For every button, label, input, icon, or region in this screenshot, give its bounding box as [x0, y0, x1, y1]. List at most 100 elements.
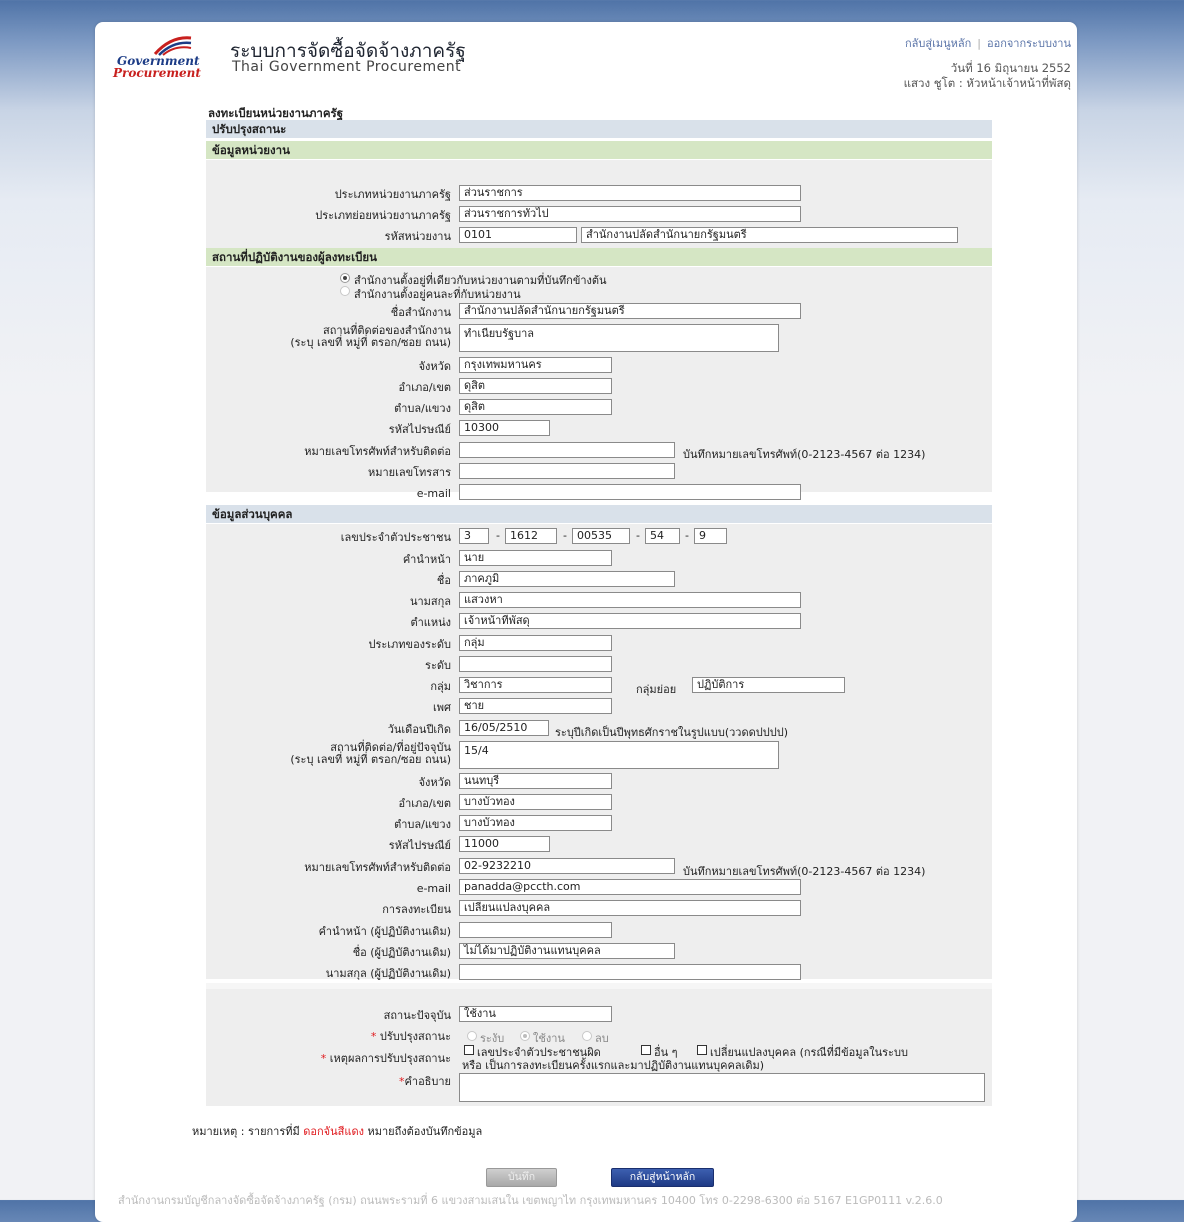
agency-code-label: รหัสหน่วยงาน: [384, 230, 451, 243]
agency-subtype-field[interactable]: ส่วนราชการทั่วไป: [459, 206, 801, 222]
office-email-field[interactable]: [459, 484, 801, 500]
citizen-id-part1[interactable]: 3: [459, 528, 489, 544]
prefix-field[interactable]: นาย: [459, 550, 612, 566]
person-postcode-label: รหัสไปรษณีย์: [388, 839, 451, 852]
save-button[interactable]: บันทึก: [486, 1168, 557, 1187]
position-field[interactable]: เจ้าหน้าที่พัสดุ: [459, 613, 801, 629]
gender-label: เพศ: [433, 701, 451, 714]
registration-type-label: การลงทะเบียน: [382, 903, 451, 916]
explain-textarea[interactable]: [459, 1073, 985, 1102]
old-lastname-label: นามสกุล (ผู้ปฏิบัติงานเดิม): [325, 967, 451, 980]
person-address-field[interactable]: 15/4: [459, 741, 779, 769]
gender-field[interactable]: ชาย: [459, 698, 612, 714]
agency-subtype-label: ประเภทย่อยหน่วยงานภาครัฐ: [315, 209, 451, 222]
person-province-label: จังหวัด: [418, 776, 451, 789]
main-menu-link[interactable]: กลับสู่เมนูหลัก: [905, 37, 971, 50]
person-province-field[interactable]: นนทบุรี: [459, 773, 612, 789]
person-subdistrict-field[interactable]: บางบัวทอง: [459, 815, 612, 831]
reason-label-text: เหตุผลการปรับปรุงสถานะ: [329, 1052, 451, 1065]
person-address-label-line2: (ระบุ เลขที่ หมู่ที่ ตรอก/ซอย ถนน): [290, 753, 451, 766]
office-subdistrict-field[interactable]: ดุสิต: [459, 399, 612, 415]
back-to-main-button[interactable]: กลับสู่หน้าหลัก: [611, 1168, 714, 1187]
different-location-radio[interactable]: [340, 286, 350, 296]
reason-other-checkbox[interactable]: [641, 1045, 651, 1055]
agency-code-field[interactable]: 0101: [459, 227, 577, 243]
citizen-id-part2[interactable]: 1612: [505, 528, 557, 544]
link-separator: |: [977, 37, 981, 50]
person-phone-label: หมายเลขโทรศัพท์สำหรับติดต่อ: [304, 861, 451, 874]
dob-label: วันเดือนปีเกิด: [387, 723, 451, 736]
logout-link[interactable]: ออกจากระบบงาน: [987, 37, 1071, 50]
level-type-field[interactable]: กลุ่ม: [459, 635, 612, 651]
old-prefix-field[interactable]: [459, 922, 612, 938]
reason-label: * เหตุผลการปรับปรุงสถานะ: [321, 1052, 451, 1065]
position-label: ตำแหน่ง: [410, 616, 451, 629]
office-province-field[interactable]: กรุงเทพมหานคร: [459, 357, 612, 373]
registration-type-field[interactable]: เปลี่ยนแปลงบุคคล: [459, 900, 801, 916]
office-section-header: สถานที่ปฏิบัติงานของผู้ลงทะเบียน: [206, 248, 992, 266]
dob-field[interactable]: 16/05/2510: [459, 720, 549, 736]
logo-swoosh-icon: [153, 36, 192, 56]
subgroup-label: กลุ่มย่อย: [636, 683, 677, 696]
old-name-field[interactable]: ไม่ได้มาปฏิบัติงานแทนบุคคล: [459, 943, 675, 959]
office-district-field[interactable]: ดุสิต: [459, 378, 612, 394]
citizen-id-part4[interactable]: 54: [645, 528, 680, 544]
office-address-field[interactable]: ทำเนียบรัฐบาล: [459, 324, 779, 352]
person-postcode-field[interactable]: 11000: [459, 836, 550, 852]
footer-text: สำนักงานกรมบัญชีกลางจัดซื้อจัดจ้างภาครัฐ…: [118, 1194, 943, 1207]
office-postcode-field[interactable]: 10300: [459, 420, 550, 436]
office-fax-label: หมายเลขโทรสาร: [367, 466, 451, 479]
office-name-field[interactable]: สำนักงานปลัดสำนักนายกรัฐมนตรี: [459, 303, 801, 319]
required-note: หมายเหตุ : รายการที่มี ดอกจันสีแดง หมายถ…: [192, 1122, 482, 1140]
citizen-id-label: เลขประจำตัวประชาชน: [340, 531, 451, 544]
different-location-radio-label: สำนักงานตั้งอยู่คนละที่กับหน่วยงาน: [354, 288, 521, 301]
prefix-label: คำนำหน้า: [402, 553, 451, 566]
person-email-label: e-mail: [416, 882, 451, 895]
status-active-radio[interactable]: [520, 1031, 530, 1041]
level-type-label: ประเภทของระดับ: [368, 638, 452, 651]
person-phone-field[interactable]: 02-9232210: [459, 858, 675, 874]
office-district-label: อำเภอ/เขต: [398, 381, 451, 394]
group-field[interactable]: วิชาการ: [459, 677, 612, 693]
person-phone-hint: บันทึกหมายเลขโทรศัพท์(0-2123-4567 ต่อ 12…: [683, 865, 926, 878]
person-section-header: ข้อมูลส่วนบุคคล: [206, 505, 992, 523]
citizen-id-dash: -: [636, 529, 640, 542]
office-postcode-label: รหัสไปรษณีย์: [388, 423, 451, 436]
subgroup-field[interactable]: ปฏิบัติการ: [692, 677, 845, 693]
required-note-prefix: หมายเหตุ : รายการที่มี: [192, 1125, 300, 1138]
reason-wrong-id-checkbox[interactable]: [464, 1045, 474, 1055]
firstname-field[interactable]: ภาคภูมิ: [459, 571, 675, 587]
site-title-english: Thai Government Procurement: [232, 59, 462, 75]
lastname-field[interactable]: แสวงหา: [459, 592, 801, 608]
agency-name-field[interactable]: สำนักงานปลัดสำนักนายกรัฐมนตรี: [581, 227, 958, 243]
agency-type-field[interactable]: ส่วนราชการ: [459, 185, 801, 201]
explain-label: *คำอธิบาย: [399, 1075, 451, 1088]
site-header: Government Procurement ระบบการจัดซื้อจัด…: [95, 22, 1077, 102]
office-phone-label: หมายเลขโทรศัพท์สำหรับติดต่อ: [304, 445, 451, 458]
agency-section-header: ข้อมูลหน่วยงาน: [206, 141, 992, 159]
citizen-id-part3[interactable]: 00535: [572, 528, 630, 544]
level-field[interactable]: [459, 656, 612, 672]
current-status-field[interactable]: ใช้งาน: [459, 1006, 612, 1022]
person-email-field[interactable]: panadda@pccth.com: [459, 879, 801, 895]
logo-text-procurement: Procurement: [113, 66, 201, 80]
reason-change-person-checkbox[interactable]: [697, 1045, 707, 1055]
person-district-label: อำเภอ/เขต: [398, 797, 451, 810]
office-name-label: ชื่อสำนักงาน: [390, 306, 451, 319]
dob-hint: ระบุปีเกิดเป็นปีพุทธศักราชในรูปแบบ(ววดดป…: [555, 726, 788, 739]
old-lastname-field[interactable]: [459, 964, 801, 980]
current-status-label: สถานะปัจจุบัน: [383, 1009, 451, 1022]
page-container: Government Procurement ระบบการจัดซื้อจัด…: [95, 22, 1077, 1222]
office-phone-field[interactable]: [459, 442, 675, 458]
explain-label-text: คำอธิบาย: [404, 1075, 451, 1088]
person-address-label: สถานที่ติดต่อ/ที่อยู่ปัจจุบัน (ระบุ เลขท…: [290, 742, 451, 766]
office-fax-field[interactable]: [459, 463, 675, 479]
required-asterisk: *: [370, 1030, 377, 1043]
status-delete-radio[interactable]: [582, 1031, 592, 1041]
same-location-radio[interactable]: [340, 273, 350, 283]
office-province-label: จังหวัด: [418, 360, 451, 373]
update-status-band: ปรับปรุงสถานะ: [206, 120, 992, 138]
status-suspend-radio[interactable]: [467, 1031, 477, 1041]
citizen-id-part5[interactable]: 9: [694, 528, 727, 544]
person-district-field[interactable]: บางบัวทอง: [459, 794, 612, 810]
